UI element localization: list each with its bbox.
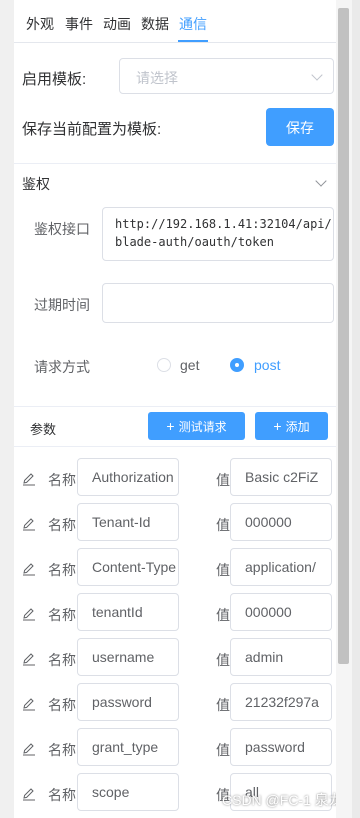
edit-icon[interactable] (22, 472, 36, 486)
edit-icon[interactable] (22, 517, 36, 531)
param-name-input[interactable]: Content-Type (77, 548, 179, 586)
enable-template-label: 启用模板: (22, 71, 87, 88)
param-value-input[interactable]: 21232f297a (230, 683, 332, 721)
param-value-input[interactable]: Basic c2FiZ (230, 458, 332, 496)
tab-bar: 外观 事件 动画 数据 通信 (14, 0, 336, 43)
param-name-input[interactable]: Tenant-Id (77, 503, 179, 541)
plus-icon: + (166, 418, 175, 434)
radio-get-label[interactable]: get (180, 357, 199, 373)
param-value-label: 值 (216, 562, 230, 578)
param-value-input[interactable]: 000000 (230, 593, 332, 631)
save-template-label: 保存当前配置为模板: (22, 121, 162, 138)
add-param-label: 添加 (285, 420, 310, 434)
edit-icon[interactable] (22, 787, 36, 801)
param-name-label: 名称 (48, 652, 76, 668)
window-edge (352, 0, 360, 818)
param-row: 名称 Authorization 值 Basic c2FiZ (14, 458, 336, 503)
tab-appearance[interactable]: 外观 (26, 14, 54, 34)
param-row: 名称 tenantId 值 000000 (14, 593, 336, 638)
tab-events[interactable]: 事件 (65, 14, 93, 34)
expire-time-label: 过期时间 (34, 297, 90, 313)
chevron-down-icon[interactable] (315, 175, 327, 187)
param-name-input[interactable]: username (77, 638, 179, 676)
edit-icon[interactable] (22, 697, 36, 711)
tab-data[interactable]: 数据 (141, 14, 169, 34)
param-value-input[interactable]: admin (230, 638, 332, 676)
param-name-label: 名称 (48, 697, 76, 713)
divider (14, 446, 336, 447)
scrollbar-thumb[interactable] (338, 8, 349, 664)
radio-post-label[interactable]: post (254, 357, 280, 373)
edit-icon[interactable] (22, 607, 36, 621)
param-row: 名称 Content-Type 值 application/ (14, 548, 336, 593)
plus-icon: + (273, 418, 282, 434)
request-method-label: 请求方式 (34, 359, 90, 375)
param-value-label: 值 (216, 697, 230, 713)
auth-section-title: 鉴权 (22, 176, 50, 192)
param-name-input[interactable]: scope (77, 773, 179, 811)
tab-animation[interactable]: 动画 (103, 14, 131, 34)
param-name-label: 名称 (48, 472, 76, 488)
watermark: CSDN @FC-1 泉龙 (222, 792, 336, 808)
param-name-label: 名称 (48, 742, 76, 758)
config-panel: 外观 事件 动画 数据 通信 启用模板: 请选择 保存当前配置为模板: 保存 鉴… (14, 0, 336, 818)
chevron-down-icon (311, 69, 323, 81)
radio-post[interactable] (230, 358, 244, 372)
test-request-label: 测试请求 (178, 420, 227, 434)
param-name-label: 名称 (48, 517, 76, 533)
param-value-input[interactable]: password (230, 728, 332, 766)
param-name-input[interactable]: grant_type (77, 728, 179, 766)
auth-url-label: 鉴权接口 (34, 221, 90, 237)
params-title: 参数 (30, 422, 57, 437)
param-value-label: 值 (216, 472, 230, 488)
divider (14, 406, 336, 407)
radio-get[interactable] (157, 358, 171, 372)
param-row: 名称 password 值 21232f297a (14, 683, 336, 728)
add-param-button[interactable]: + 添加 (255, 412, 328, 440)
test-request-button[interactable]: + 测试请求 (148, 412, 245, 440)
template-select[interactable]: 请选择 (119, 58, 334, 94)
edit-icon[interactable] (22, 562, 36, 576)
param-name-label: 名称 (48, 607, 76, 623)
template-select-placeholder: 请选择 (136, 70, 178, 86)
param-name-input[interactable]: Authorization (77, 458, 179, 496)
param-value-input[interactable]: application/ (230, 548, 332, 586)
expire-time-input[interactable] (102, 283, 334, 323)
param-value-label: 值 (216, 517, 230, 533)
param-value-label: 值 (216, 607, 230, 623)
edit-icon[interactable] (22, 652, 36, 666)
param-name-label: 名称 (48, 562, 76, 578)
param-value-label: 值 (216, 742, 230, 758)
tab-communication[interactable]: 通信 (179, 14, 207, 34)
param-value-label: 值 (216, 652, 230, 668)
param-row: 名称 Tenant-Id 值 000000 (14, 503, 336, 548)
auth-url-textarea[interactable]: http://192.168.1.41:32104/api/blade-auth… (102, 207, 334, 261)
param-value-input[interactable]: 000000 (230, 503, 332, 541)
param-name-input[interactable]: password (77, 683, 179, 721)
save-button[interactable]: 保存 (266, 108, 334, 146)
divider (14, 163, 336, 164)
param-name-input[interactable]: tenantId (77, 593, 179, 631)
edit-icon[interactable] (22, 742, 36, 756)
active-tab-indicator (178, 40, 208, 42)
param-row: 名称 username 值 admin (14, 638, 336, 683)
param-row: 名称 grant_type 值 password (14, 728, 336, 773)
param-name-label: 名称 (48, 787, 76, 803)
